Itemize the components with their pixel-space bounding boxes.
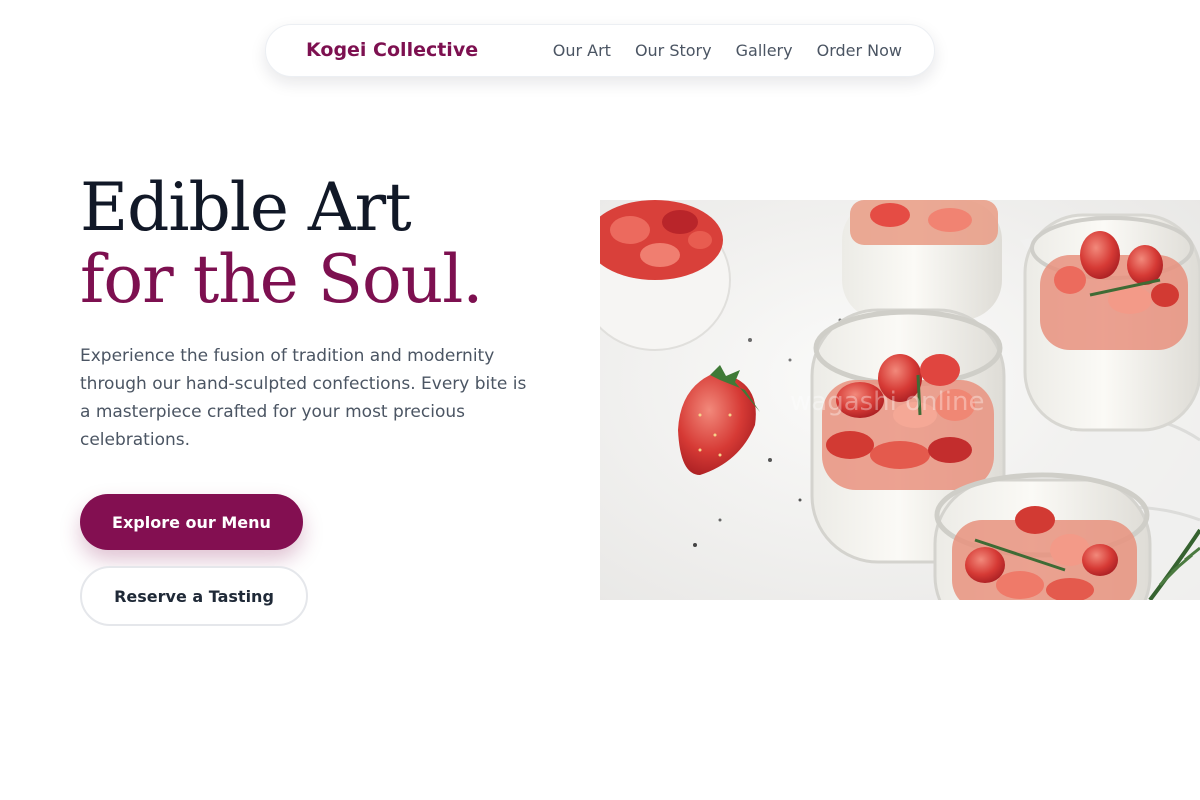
- reserve-tasting-button[interactable]: Reserve a Tasting: [80, 566, 308, 626]
- hero-title: Edible Art for the Soul.: [80, 169, 483, 318]
- hero-title-line-2: for the Soul.: [80, 241, 483, 318]
- navbar: Kogei Collective Our Art Our Story Galle…: [265, 24, 935, 77]
- hero-description: Experience the fusion of tradition and m…: [80, 346, 527, 450]
- brand-logo[interactable]: Kogei Collective: [306, 39, 478, 61]
- hero-title-line-1: Edible Art: [80, 169, 412, 246]
- nav-link-our-art[interactable]: Our Art: [553, 41, 611, 60]
- nav-link-order-now[interactable]: Order Now: [817, 41, 902, 60]
- image-watermark: wagashi online: [790, 387, 985, 417]
- nav-link-gallery[interactable]: Gallery: [736, 41, 793, 60]
- nav-link-our-story[interactable]: Our Story: [635, 41, 712, 60]
- explore-menu-button[interactable]: Explore our Menu: [80, 494, 303, 550]
- nav-links: Our Art Our Story Gallery Order Now: [553, 41, 902, 60]
- hero-image: wagashi online: [600, 200, 1200, 600]
